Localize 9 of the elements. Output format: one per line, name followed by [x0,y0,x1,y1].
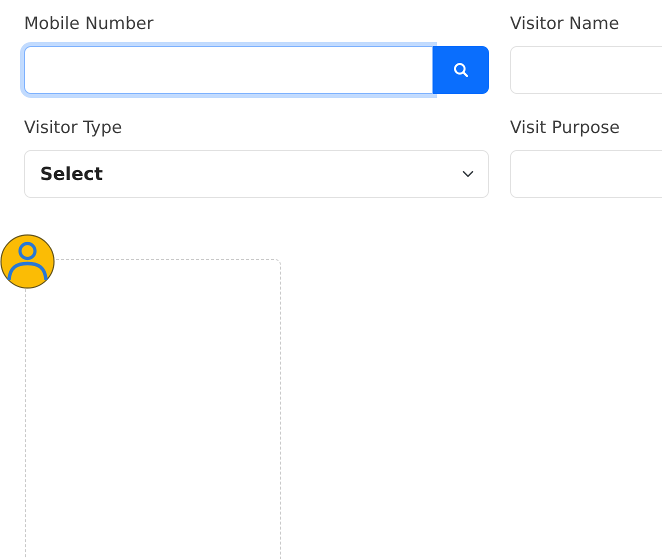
search-icon [452,62,468,78]
field-label: Visit Purpose [510,117,621,140]
dropdown[interactable]: Select [24,150,489,198]
search-button[interactable] [432,46,489,94]
field-label: Mobile Number [24,13,154,36]
user-avatar-icon [0,234,55,289]
field-label: Visitor Type [24,117,124,140]
field-label: Visitor Name [510,13,620,36]
mobile-number-field[interactable] [24,46,433,94]
